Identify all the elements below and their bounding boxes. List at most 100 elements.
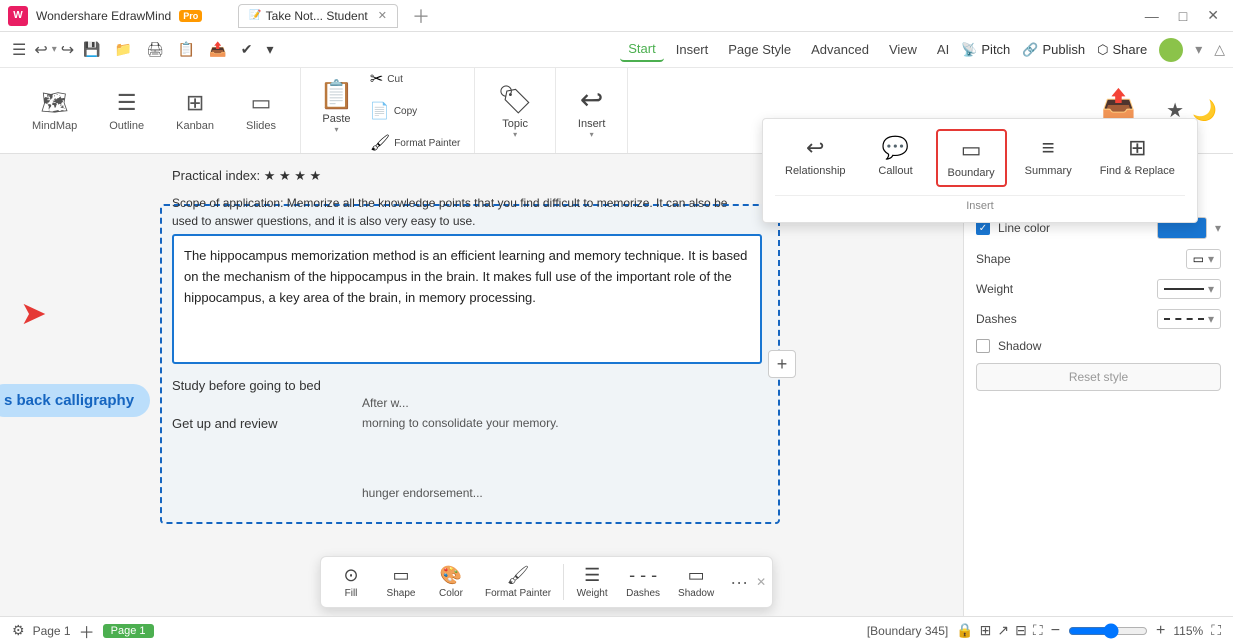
slides-mode-button[interactable]: ▭ Slides [234,84,288,138]
float-more-button[interactable]: ··· [724,568,754,597]
topic-button[interactable]: 🏷 Topic ▾ [487,77,543,145]
float-color-label: Color [439,588,463,599]
shadow-row: Shadow [976,339,1221,353]
settings-icon[interactable]: ⚙ [12,622,25,639]
float-dashes-button[interactable]: - - - Dashes [618,561,668,603]
close-button[interactable]: ✕ [1201,7,1225,24]
lock-icon[interactable]: 🔒 [956,622,973,639]
redo-icon[interactable]: ↪ [61,40,74,60]
shape-label: Shape [976,252,1178,266]
summary-item[interactable]: ≡ Summary [1015,129,1082,183]
shape-preview: ▭ [1193,252,1204,266]
float-shape-button[interactable]: ▭ Shape [377,561,425,603]
insert-icon: ↩ [580,83,603,116]
insert-button[interactable]: ↩ Insert ▾ [568,77,616,145]
dashes-dropdown-arrow[interactable]: ▾ [1208,312,1214,326]
kanban-mode-button[interactable]: ⊞ Kanban [164,84,226,138]
float-fill-icon: ⊙ [343,565,358,586]
dashes-select[interactable]: ▾ [1157,309,1221,329]
new-tab-btn[interactable]: ＋ [406,3,436,29]
pitch-button[interactable]: 📡 Pitch [961,42,1010,58]
avatar[interactable] [1159,38,1183,62]
float-dashes-label: Dashes [626,588,660,599]
callout-item[interactable]: 💬 Callout [864,129,928,183]
print-icon[interactable]: 🖨 [141,38,169,61]
summary-label: Summary [1025,165,1072,177]
callout-label: Callout [878,165,912,177]
arrow-down-icon[interactable]: ▾ [261,38,278,61]
nav-view[interactable]: View [881,38,925,61]
zoom-level: 115% [1173,624,1203,638]
shape-select[interactable]: ▭ ▾ [1186,249,1221,269]
fullscreen-icon[interactable]: ⛶ [1033,622,1043,639]
nav-items: Start Insert Page Style Advanced View AI [620,37,957,62]
line-color-checkbox[interactable] [976,221,990,235]
inner-text-box[interactable]: The hippocampus memorization method is a… [172,234,762,364]
weight-dropdown-arrow[interactable]: ▾ [1208,282,1214,296]
float-weight-button[interactable]: ☰ Weight [568,561,616,603]
boundary-box[interactable]: Practical index: ★ ★ ★ ★ Scope of applic… [160,204,780,524]
zoom-out-icon[interactable]: − [1051,622,1060,640]
paste-arrow-icon: ▾ [334,125,338,134]
canvas[interactable]: ➤ s back calligraphy Practical index: ★ … [0,154,963,616]
publish-button[interactable]: 🔗 Publish [1022,42,1085,58]
hunger-text: hunger endorsement... [362,486,483,500]
page-add-icon[interactable]: ＋ [79,619,95,643]
nav-advanced[interactable]: Advanced [803,38,877,61]
zoom-in-icon[interactable]: + [1156,622,1165,640]
add-node-button[interactable]: + [768,350,796,378]
cut-button[interactable]: ✂ Cut [364,65,466,93]
boundary-item[interactable]: ▭ Boundary [936,129,1007,187]
active-tab[interactable]: 📝 Take Not... Student ✕ [238,4,398,28]
copy-button[interactable]: 📄 Copy [364,97,466,125]
fit-icon[interactable]: ⊞ [980,622,992,639]
mindmap-label: MindMap [32,120,77,132]
float-fill-button[interactable]: ⊙ Fill [327,561,375,603]
reset-style-button[interactable]: Reset style [976,363,1221,391]
float-format-painter-icon: 🖌 [507,565,530,586]
export2-icon[interactable]: 📤 [204,38,231,61]
float-format-painter-button[interactable]: 🖌 Format Painter [477,561,559,603]
save-icon[interactable]: 💾 [78,38,105,61]
copy2-icon[interactable]: 📋 [173,38,200,61]
nav-insert[interactable]: Insert [668,38,717,61]
folder-icon[interactable]: 📁 [110,38,137,61]
mindmap-mode-button[interactable]: 🗺 MindMap [20,84,89,138]
find-replace-item[interactable]: ⊞ Find & Replace [1090,129,1185,183]
share-button[interactable]: ⬡ Share [1097,42,1147,58]
more-options-icon[interactable]: ▾ [1195,41,1202,58]
share2-icon[interactable]: ↗ [997,622,1009,639]
title-bar-right: — □ ✕ [1139,7,1225,24]
line-color-dropdown-arrow[interactable]: ▾ [1215,221,1221,235]
float-color-icon: 🎨 [440,565,462,586]
check-icon[interactable]: ✔ [236,38,258,61]
zoom-slider[interactable] [1068,623,1148,639]
maximize-button[interactable]: □ [1173,8,1193,24]
format-painter-button[interactable]: 🖌 Format Painter [364,129,466,157]
paste-button[interactable]: 📋 Paste ▾ [309,72,364,149]
weight-select[interactable]: ▾ [1157,279,1221,299]
hamburger-menu-icon[interactable]: ☰ [8,36,30,64]
float-color-button[interactable]: 🎨 Color [427,561,475,603]
collapse-ribbon-icon[interactable]: △ [1214,41,1225,58]
grid-icon[interactable]: ⊟ [1015,622,1027,639]
float-shadow-button[interactable]: ▭ Shadow [670,561,722,603]
float-weight-icon: ☰ [584,565,600,586]
shadow-checkbox[interactable] [976,339,990,353]
morning-text: morning to consolidate your memory. [362,416,559,430]
pitch-icon: 📡 [961,42,977,58]
page-badge[interactable]: Page 1 [103,624,154,638]
tab-close-icon[interactable]: ✕ [378,9,387,22]
nav-page-style[interactable]: Page Style [720,38,799,61]
float-collapse-icon[interactable]: ✕ [756,575,766,589]
right-panel: Boundary Format Fill color Line color ▾ … [963,154,1233,616]
shape-dropdown-arrow[interactable]: ▾ [1208,252,1214,266]
relationship-item[interactable]: ↩ Relationship [775,129,856,183]
outline-mode-button[interactable]: ☰ Outline [97,84,156,138]
nav-ai[interactable]: AI [929,38,957,61]
kanban-label: Kanban [176,120,214,132]
nav-start[interactable]: Start [620,37,663,62]
fit-width-icon[interactable]: ⛶ [1211,622,1221,639]
minimize-button[interactable]: — [1139,8,1165,24]
undo-icon[interactable]: ↩ [34,40,47,60]
